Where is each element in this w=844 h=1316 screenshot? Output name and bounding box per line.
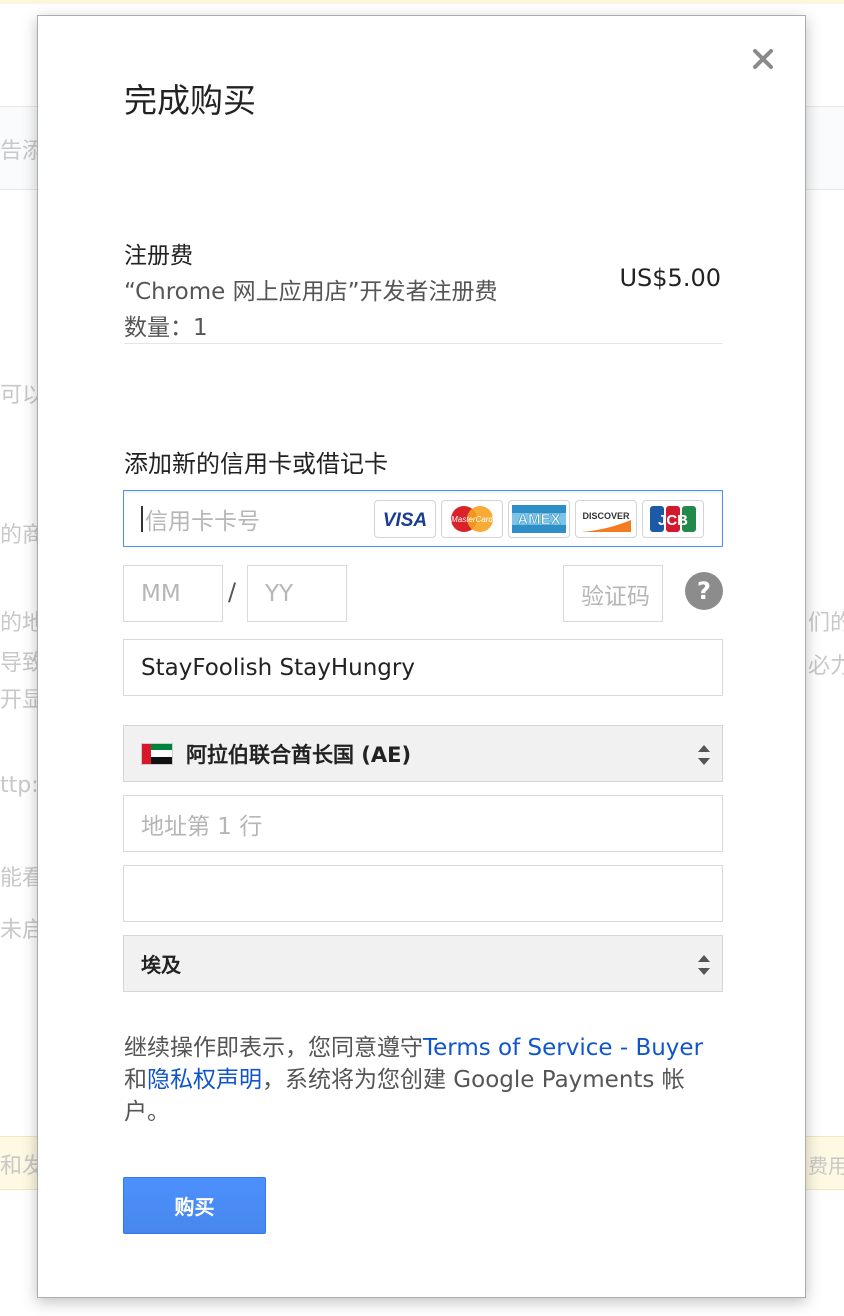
purchase-dialog: 完成购买 注册费 “Chrome 网上应用店”开发者注册费 数量：1 US$5.… xyxy=(37,15,806,1298)
jcb-logo-text: JCB xyxy=(658,512,688,529)
discover-logo-icon: DISCOVER xyxy=(575,500,637,538)
amex-logo-icon: AMEX xyxy=(508,500,570,538)
background-top-strip xyxy=(0,0,844,4)
divider xyxy=(124,343,722,344)
address-line1-input[interactable]: 地址第 1 行 xyxy=(123,795,723,852)
discover-logo-text: DISCOVER xyxy=(582,511,630,521)
country-selected-value: 阿拉伯联合酋长国 (AE) xyxy=(186,742,412,767)
item-price: US$5.00 xyxy=(619,264,721,292)
region-select[interactable]: 埃及 xyxy=(123,935,723,992)
background-text: 必力 xyxy=(808,654,844,679)
item-description: “Chrome 网上应用店”开发者注册费 xyxy=(124,279,498,305)
expiry-month-input[interactable]: MM xyxy=(123,565,223,622)
terms-prefix: 继续操作即表示，您同意遵守 xyxy=(124,1035,423,1061)
address-line2-input[interactable] xyxy=(123,865,723,922)
close-icon[interactable] xyxy=(748,44,778,74)
item-quantity: 数量：1 xyxy=(124,315,208,341)
background-text: 费用 xyxy=(808,1154,844,1178)
terms-of-service-link[interactable]: Terms of Service - Buyer xyxy=(423,1035,703,1061)
buy-button[interactable]: 购买 xyxy=(123,1177,266,1234)
visa-logo-icon: VISA xyxy=(374,500,436,538)
expiry-year-input[interactable]: YY xyxy=(247,565,347,622)
jcb-logo-icon: JCB xyxy=(642,500,704,538)
cvc-placeholder: 验证码 xyxy=(581,583,650,610)
terms-text: 继续操作即表示，您同意遵守Terms of Service - Buyer 和隐私… xyxy=(124,1032,714,1128)
card-logos: VISA MasterCard AMEX DISCOVER JCB xyxy=(374,500,704,538)
expiry-year-placeholder: YY xyxy=(265,580,294,607)
terms-and: 和 xyxy=(124,1067,147,1093)
text-cursor xyxy=(141,505,143,532)
card-number-input[interactable]: 信用卡卡号 VISA MasterCard AMEX DISCOVER JCB xyxy=(123,490,723,547)
uae-flag-icon xyxy=(141,742,173,765)
mastercard-logo-text: MasterCard xyxy=(451,515,493,524)
cvc-input[interactable]: 验证码 xyxy=(563,565,663,622)
help-icon[interactable]: ? xyxy=(685,572,723,610)
region-selected-value: 埃及 xyxy=(141,953,181,977)
item-name: 注册费 xyxy=(124,243,193,269)
select-arrows-icon xyxy=(698,745,710,765)
country-select[interactable]: 阿拉伯联合酋长国 (AE) xyxy=(123,725,723,782)
privacy-policy-link[interactable]: 隐私权声明 xyxy=(147,1067,262,1093)
expiry-separator: / xyxy=(228,578,237,606)
visa-logo-text: VISA xyxy=(383,510,427,531)
cardholder-name-input[interactable]: StayFoolish StayHungry xyxy=(123,639,723,696)
cardholder-name-value: StayFoolish StayHungry xyxy=(141,654,415,681)
card-number-placeholder: 信用卡卡号 xyxy=(145,508,260,535)
dialog-title: 完成购买 xyxy=(124,81,256,120)
expiry-month-placeholder: MM xyxy=(141,580,181,607)
address-line1-placeholder: 地址第 1 行 xyxy=(141,813,263,840)
select-arrows-icon xyxy=(698,955,710,975)
background-text: 们的 xyxy=(808,611,844,636)
mastercard-logo-icon: MasterCard xyxy=(441,500,503,538)
payment-section-title: 添加新的信用卡或借记卡 xyxy=(124,450,388,478)
amex-logo-text: AMEX xyxy=(517,511,560,528)
